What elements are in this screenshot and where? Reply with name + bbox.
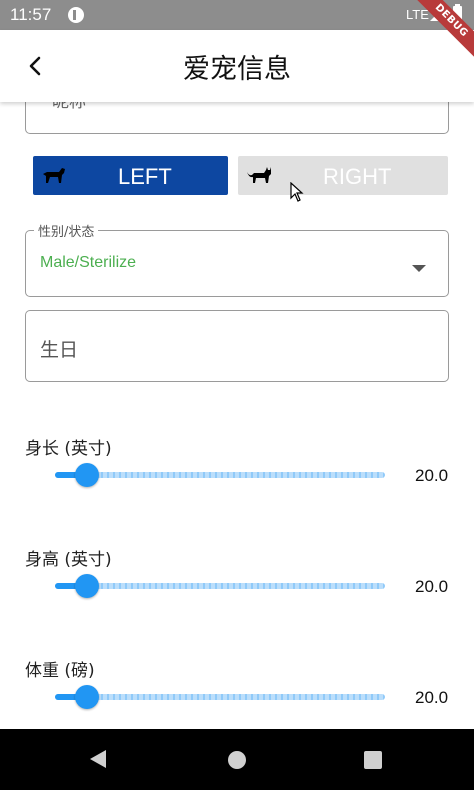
system-nav-bar (0, 729, 474, 790)
birthday-placeholder: 生日 (40, 339, 79, 361)
toggle-right-label: RIGHT (323, 164, 392, 189)
cat-icon (247, 167, 271, 183)
gender-status-dropdown[interactable]: 性别/状态 Male/Sterilize (25, 221, 449, 297)
weight-slider-track[interactable] (55, 694, 385, 700)
dog-icon (43, 168, 65, 183)
pet-info-form: 昵称 LEFT RIGHT 性别/状态 Male/Sterilize 生日 身长… (0, 102, 474, 729)
height-slider-label: 身高 (英寸) (25, 550, 112, 570)
dropdown-arrow-icon (412, 265, 426, 272)
length-slider-track[interactable] (55, 472, 385, 478)
network-type: LTE (406, 7, 429, 22)
page-title: 爱宠信息 (183, 54, 291, 85)
toggle-left-label: LEFT (118, 164, 172, 189)
nickname-field[interactable]: 昵称 (25, 102, 449, 134)
toggle-right-button[interactable]: RIGHT (238, 156, 448, 195)
weight-slider-thumb[interactable] (75, 685, 99, 709)
height-slider-value: 20.0 (415, 577, 449, 596)
app-notification-icon (68, 7, 84, 23)
status-time: 11:57 (10, 5, 52, 24)
gender-status-label: 性别/状态 (34, 221, 99, 240)
status-bar: 11:57 LTE (0, 0, 474, 30)
nav-recents-icon[interactable] (364, 751, 382, 769)
length-slider-label: 身长 (英寸) (25, 439, 112, 459)
birthday-field[interactable]: 生日 (25, 310, 449, 382)
nav-home-icon[interactable] (228, 751, 246, 769)
weight-slider-label: 体重 (磅) (25, 661, 95, 681)
height-slider-thumb[interactable] (75, 574, 99, 598)
height-slider-track[interactable] (55, 583, 385, 589)
length-slider-thumb[interactable] (75, 463, 99, 487)
weight-slider-value: 20.0 (415, 688, 449, 707)
gender-status-value: Male/Sterilize (40, 254, 137, 271)
length-slider-value: 20.0 (415, 466, 449, 485)
mouse-cursor-icon (290, 182, 304, 202)
nav-back-icon[interactable] (90, 750, 106, 768)
toggle-left-button[interactable]: LEFT (33, 156, 228, 195)
app-bar: 爱宠信息 (0, 30, 474, 102)
nickname-placeholder: 昵称 (52, 102, 86, 112)
